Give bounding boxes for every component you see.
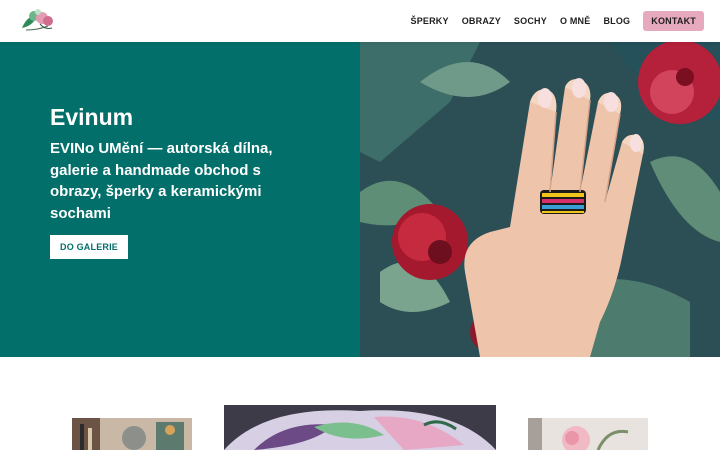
flower-photo[interactable] [528,418,648,450]
nav-item-jewelry[interactable]: ŠPERKY [411,16,449,26]
hero-text-panel: Evinum EVINo UMění — autorská dílna, gal… [0,42,360,357]
gallery-preview [0,357,720,450]
nav-item-about[interactable]: O MNĚ [560,16,591,26]
hero-title: Evinum [50,104,134,130]
craft-tools-photo[interactable] [72,418,192,450]
main-nav: ŠPERKY OBRAZY SOCHY O MNĚ BLOG KONTAKT [398,0,704,42]
gallery-button[interactable]: DO GALERIE [50,235,129,259]
nav-item-sculptures[interactable]: SOCHY [514,16,547,26]
site-header: ŠPERKY OBRAZY SOCHY O MNĚ BLOG KONTAKT [0,0,720,42]
nav-item-paintings[interactable]: OBRAZY [462,16,501,26]
flowers-logo-icon[interactable] [18,4,58,34]
nav-item-blog[interactable]: BLOG [603,16,630,26]
painted-plate-photo[interactable] [224,405,496,450]
hero-section: Evinum EVINo UMění — autorská dílna, gal… [0,42,720,357]
contact-button[interactable]: KONTAKT [643,11,704,31]
hero-subtitle: EVINo UMění — autorská dílna, galerie a … [50,140,273,222]
hand-with-beaded-ring-photo [360,42,720,357]
